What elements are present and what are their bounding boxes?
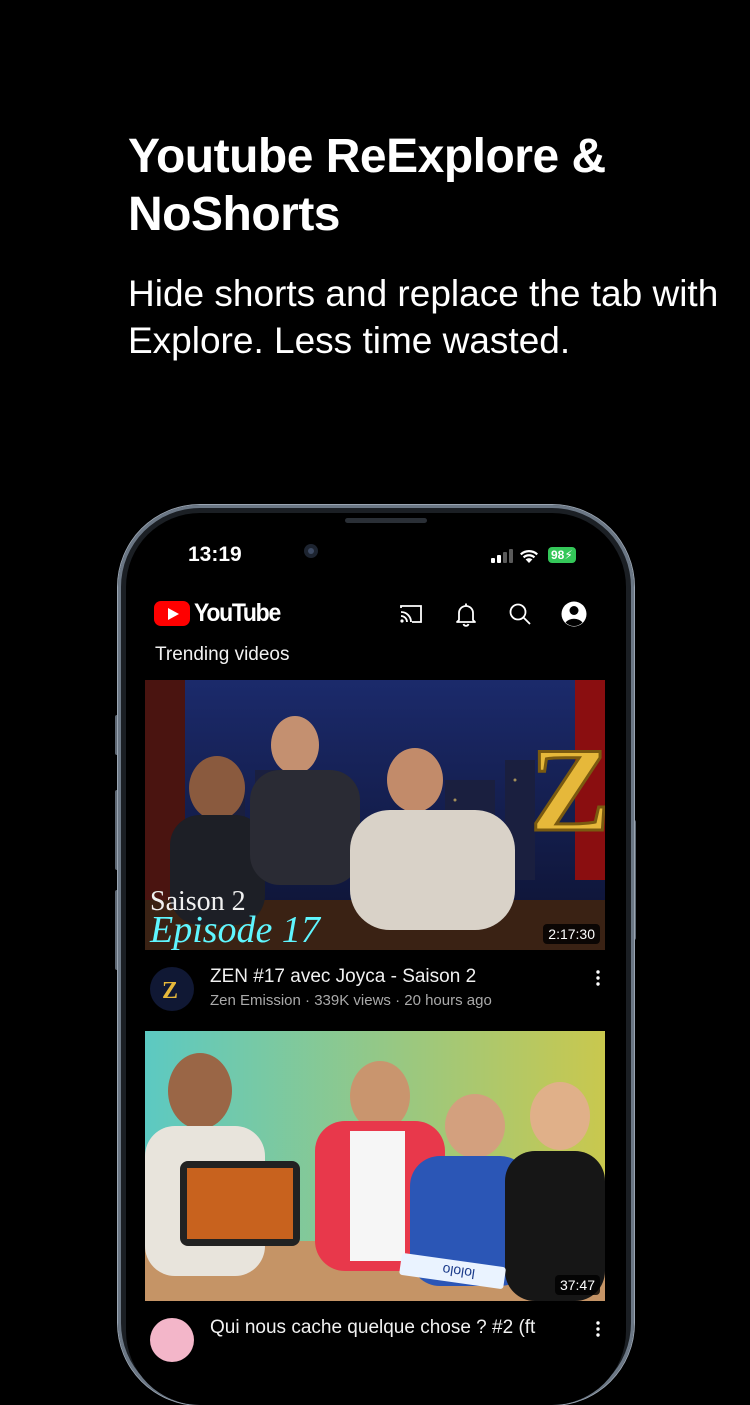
thumbnail-text-episode: Episode 17 [149,909,322,950]
promo-title: Youtube ReExplore & NoShorts [128,130,606,241]
youtube-app-bar: YouTube [126,593,626,637]
video-card[interactable]: lololo 37:47 Qui nous cache quelque chos… [145,1031,605,1363]
channel-avatar-image: Z [162,978,178,1004]
battery-level: 98 [551,548,565,562]
video-duration: 2:17:30 [543,924,600,944]
more-options-icon[interactable] [593,968,603,988]
svg-text:Z: Z [530,723,605,856]
search-icon[interactable] [505,599,535,629]
video-channel-meta: Zen Emission · 339K views · 20 hours ago [210,992,492,1009]
youtube-logo[interactable]: YouTube [154,599,287,628]
thumbnail-image: Z Saison 2 Episode 17 [145,680,605,950]
battery-charging-icon: 98⚡ [548,547,576,563]
status-time: 13:19 [188,543,242,566]
bell-icon[interactable] [451,599,481,629]
video-meta: Qui nous cache quelque chose ? #2 (ft [145,1301,605,1363]
promo-headline: Youtube ReExplore & NoShorts Hide shorts… [128,128,728,364]
phone-screen: 13:19 98⚡ YouTube Trending videos Z Sais… [126,513,626,1405]
section-title: Trending videos [155,644,290,665]
video-card[interactable]: Z Saison 2 Episode 17 2:17:30 Z ZEN #17 … [145,680,605,1012]
channel-avatar[interactable]: Z [150,967,194,1011]
youtube-logo-text: YouTube [194,599,281,627]
account-icon[interactable] [559,599,589,629]
youtube-play-icon [154,601,190,626]
cellular-signal-icon [491,549,513,563]
video-thumbnail[interactable]: lololo 37:47 [145,1031,605,1301]
front-camera [304,544,318,558]
video-duration: 37:47 [554,1275,600,1295]
wifi-icon [520,549,538,563]
phone-frame: 13:19 98⚡ YouTube Trending videos Z Sais… [118,505,634,1405]
video-thumbnail[interactable]: Z Saison 2 Episode 17 2:17:30 [145,680,605,950]
video-meta: Z ZEN #17 avec Joyca - Saison 2 Zen Emis… [145,950,605,1012]
video-title[interactable]: ZEN #17 avec Joyca - Saison 2 [210,966,476,988]
status-bar: 13:19 98⚡ [126,513,626,593]
video-title[interactable]: Qui nous cache quelque chose ? #2 (ft [210,1317,535,1339]
more-options-icon[interactable] [593,1319,603,1339]
channel-avatar[interactable] [150,1318,194,1362]
charging-bolt-icon: ⚡ [564,548,573,562]
thumbnail-image: lololo [145,1031,605,1301]
cast-icon[interactable] [396,599,426,629]
channel-avatar-letter: Z [162,978,178,1004]
promo-subtitle: Hide shorts and replace the tab with Exp… [128,273,719,361]
